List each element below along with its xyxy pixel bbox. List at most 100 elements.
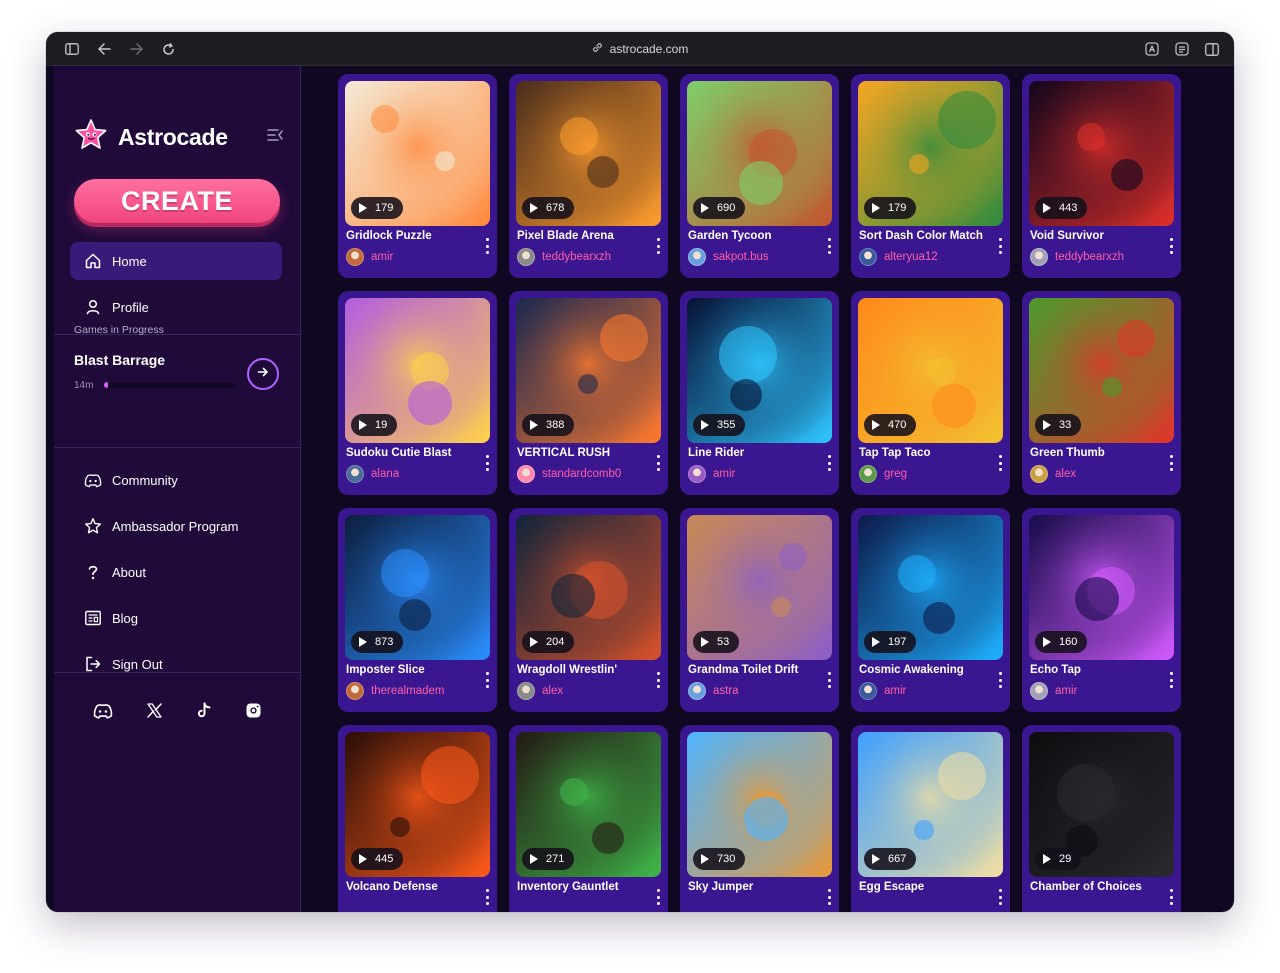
game-card[interactable]: 443 Void Survivor teddybearxzh bbox=[1022, 74, 1181, 278]
game-title[interactable]: Sky Jumper bbox=[688, 881, 818, 893]
more-options-icon[interactable] bbox=[826, 455, 832, 471]
game-thumbnail[interactable]: 33 bbox=[1029, 298, 1174, 443]
more-options-icon[interactable] bbox=[826, 672, 832, 688]
game-author[interactable]: teddybearxzh bbox=[1030, 248, 1124, 266]
game-thumbnail[interactable]: 667 bbox=[858, 732, 1003, 877]
sidebar-item-blog[interactable]: Blog bbox=[70, 599, 282, 637]
split-view-icon[interactable] bbox=[1204, 41, 1220, 57]
game-title[interactable]: Void Survivor bbox=[1030, 230, 1160, 242]
game-author[interactable]: alana bbox=[346, 465, 399, 483]
game-thumbnail[interactable]: 388 bbox=[516, 298, 661, 443]
game-author[interactable]: amir bbox=[859, 682, 906, 700]
game-title[interactable]: Inventory Gauntlet bbox=[517, 881, 647, 893]
game-title[interactable]: Imposter Slice bbox=[346, 664, 476, 676]
more-options-icon[interactable] bbox=[484, 238, 490, 254]
forward-icon[interactable] bbox=[128, 41, 144, 57]
game-card[interactable]: 388 VERTICAL RUSH standardcomb0 bbox=[509, 291, 668, 495]
game-title[interactable]: Green Thumb bbox=[1030, 447, 1160, 459]
game-card[interactable]: 730 Sky Jumper bbox=[680, 725, 839, 912]
more-options-icon[interactable] bbox=[655, 238, 661, 254]
more-options-icon[interactable] bbox=[655, 455, 661, 471]
instagram-icon[interactable] bbox=[245, 702, 262, 724]
sidebar-item-about[interactable]: About bbox=[70, 553, 282, 591]
game-author[interactable]: therealmadem bbox=[346, 682, 445, 700]
more-options-icon[interactable] bbox=[997, 672, 1003, 688]
game-thumbnail[interactable]: 19 bbox=[345, 298, 490, 443]
game-title[interactable]: Tap Tap Taco bbox=[859, 447, 989, 459]
game-thumbnail[interactable]: 197 bbox=[858, 515, 1003, 660]
game-card[interactable]: 667 Egg Escape bbox=[851, 725, 1010, 912]
game-thumbnail[interactable]: 690 bbox=[687, 81, 832, 226]
game-card[interactable]: 33 Green Thumb alex bbox=[1022, 291, 1181, 495]
game-card[interactable]: 160 Echo Tap amir bbox=[1022, 508, 1181, 712]
game-card[interactable]: 53 Grandma Toilet Drift astra bbox=[680, 508, 839, 712]
game-thumbnail[interactable]: 355 bbox=[687, 298, 832, 443]
game-thumbnail[interactable]: 179 bbox=[858, 81, 1003, 226]
more-options-icon[interactable] bbox=[997, 455, 1003, 471]
more-options-icon[interactable] bbox=[484, 455, 490, 471]
more-options-icon[interactable] bbox=[997, 889, 1003, 905]
more-options-icon[interactable] bbox=[655, 889, 661, 905]
sidebar-toggle-icon[interactable] bbox=[64, 41, 80, 57]
game-card[interactable]: 204 Wragdoll Wrestlin' alex bbox=[509, 508, 668, 712]
address-bar[interactable]: astrocade.com bbox=[46, 32, 1234, 66]
game-card[interactable]: 445 Volcano Defense bbox=[338, 725, 497, 912]
game-card[interactable]: 470 Tap Tap Taco greg bbox=[851, 291, 1010, 495]
game-card[interactable]: 355 Line Rider amir bbox=[680, 291, 839, 495]
game-thumbnail[interactable]: 271 bbox=[516, 732, 661, 877]
game-thumbnail[interactable]: 53 bbox=[687, 515, 832, 660]
game-title[interactable]: VERTICAL RUSH bbox=[517, 447, 647, 459]
game-card[interactable]: 873 Imposter Slice therealmadem bbox=[338, 508, 497, 712]
discord-icon[interactable] bbox=[93, 703, 113, 724]
game-author[interactable]: teddybearxzh bbox=[517, 248, 611, 266]
game-title[interactable]: Cosmic Awakening bbox=[859, 664, 989, 676]
game-title[interactable]: Sort Dash Color Match bbox=[859, 230, 989, 242]
game-thumbnail[interactable]: 470 bbox=[858, 298, 1003, 443]
x-icon[interactable] bbox=[146, 702, 163, 724]
more-options-icon[interactable] bbox=[1168, 889, 1174, 905]
sidebar-item-sign-out[interactable]: Sign Out bbox=[70, 645, 282, 683]
more-options-icon[interactable] bbox=[1168, 238, 1174, 254]
in-progress-game-title[interactable]: Blast Barrage bbox=[74, 352, 165, 368]
sidebar-item-home[interactable]: Home bbox=[70, 242, 282, 280]
game-thumbnail[interactable]: 678 bbox=[516, 81, 661, 226]
more-options-icon[interactable] bbox=[484, 672, 490, 688]
back-icon[interactable] bbox=[96, 41, 112, 57]
game-title[interactable]: Echo Tap bbox=[1030, 664, 1160, 676]
game-author[interactable]: standardcomb0 bbox=[517, 465, 621, 483]
game-author[interactable]: greg bbox=[859, 465, 907, 483]
game-thumbnail[interactable]: 443 bbox=[1029, 81, 1174, 226]
reload-icon[interactable] bbox=[160, 41, 176, 57]
more-options-icon[interactable] bbox=[1168, 455, 1174, 471]
game-thumbnail[interactable]: 29 bbox=[1029, 732, 1174, 877]
more-options-icon[interactable] bbox=[826, 238, 832, 254]
game-card[interactable]: 179 Gridlock Puzzle amir bbox=[338, 74, 497, 278]
game-thumbnail[interactable]: 873 bbox=[345, 515, 490, 660]
game-thumbnail[interactable]: 204 bbox=[516, 515, 661, 660]
game-card[interactable]: 197 Cosmic Awakening amir bbox=[851, 508, 1010, 712]
game-author[interactable]: astra bbox=[688, 682, 739, 700]
game-title[interactable]: Gridlock Puzzle bbox=[346, 230, 476, 242]
game-title[interactable]: Sudoku Cutie Blast bbox=[346, 447, 476, 459]
sidebar-item-ambassador[interactable]: Ambassador Program bbox=[70, 507, 282, 545]
game-thumbnail[interactable]: 160 bbox=[1029, 515, 1174, 660]
game-thumbnail[interactable]: 445 bbox=[345, 732, 490, 877]
game-card[interactable]: 29 Chamber of Choices bbox=[1022, 725, 1181, 912]
game-title[interactable]: Egg Escape bbox=[859, 881, 989, 893]
game-title[interactable]: Chamber of Choices bbox=[1030, 881, 1160, 893]
create-button[interactable]: CREATE bbox=[74, 179, 280, 223]
game-author[interactable]: amir bbox=[346, 248, 393, 266]
game-author[interactable]: amir bbox=[688, 465, 735, 483]
game-author[interactable]: amir bbox=[1030, 682, 1077, 700]
brand[interactable]: Astrocade bbox=[74, 118, 228, 154]
game-title[interactable]: Garden Tycoon bbox=[688, 230, 818, 242]
more-options-icon[interactable] bbox=[826, 889, 832, 905]
game-card[interactable]: 678 Pixel Blade Arena teddybearxzh bbox=[509, 74, 668, 278]
collapse-sidebar-icon[interactable] bbox=[266, 126, 284, 144]
game-thumbnail[interactable]: 730 bbox=[687, 732, 832, 877]
game-author[interactable]: alex bbox=[517, 682, 563, 700]
game-card[interactable]: 690 Garden Tycoon sakpot.bus bbox=[680, 74, 839, 278]
game-author[interactable]: alex bbox=[1030, 465, 1076, 483]
game-title[interactable]: Wragdoll Wrestlin' bbox=[517, 664, 647, 676]
more-options-icon[interactable] bbox=[484, 889, 490, 905]
